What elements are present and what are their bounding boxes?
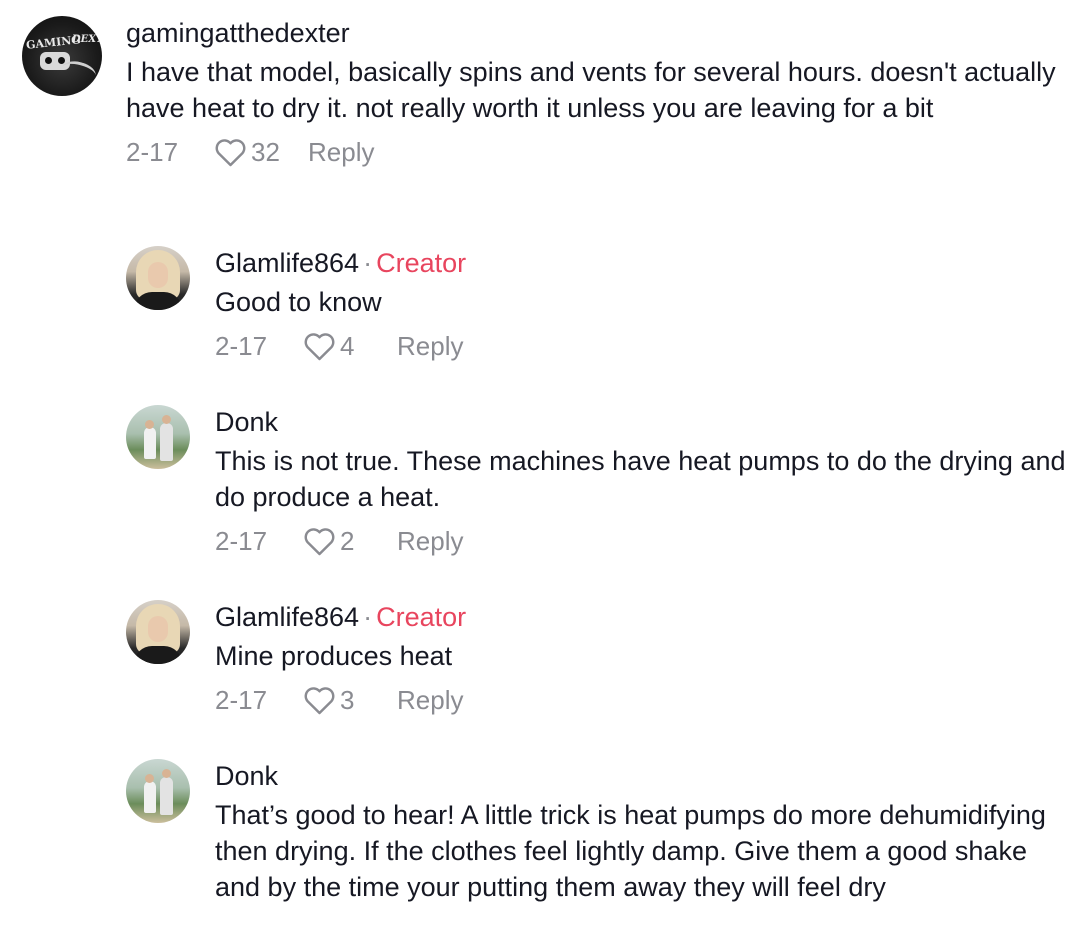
reply-button[interactable]: Reply	[397, 685, 463, 716]
like-button[interactable]: 2	[303, 526, 397, 557]
avatar-image-detail	[162, 415, 171, 424]
avatar-image-detail	[144, 427, 156, 459]
reply-comment: Donk That’s good to hear! A little trick…	[126, 759, 1076, 905]
comment-meta: 2-17 4 Reply	[215, 328, 1076, 364]
avatar-image-detail	[144, 781, 156, 813]
creator-badge: Creator	[376, 248, 467, 278]
comment-text: That’s good to hear! A little trick is h…	[215, 800, 1046, 902]
separator: ·	[363, 248, 373, 278]
heart-outline-icon	[304, 528, 335, 556]
comment-date: 2-17	[215, 525, 268, 556]
heart-outline-icon	[304, 333, 335, 361]
comment-text: Good to know	[215, 287, 382, 317]
avatar[interactable]: GAMING DEXTE	[22, 16, 102, 96]
username[interactable]: Glamlife864 · Creator	[215, 246, 1076, 280]
comment-date: 2-17	[126, 136, 179, 167]
like-count: 32	[251, 136, 280, 167]
avatar-image-detail	[160, 777, 173, 815]
username[interactable]: Glamlife864 · Creator	[215, 600, 1076, 634]
reply-button[interactable]: Reply	[308, 137, 374, 168]
avatar-image-detail	[134, 646, 182, 664]
comment: GAMING DEXTE gamingatthedexter I have th…	[22, 16, 1072, 170]
like-count: 4	[340, 330, 355, 361]
avatar-image-detail	[60, 57, 98, 86]
reply-button[interactable]: Reply	[397, 526, 463, 557]
avatar[interactable]	[126, 600, 190, 664]
like-button[interactable]: 3	[303, 685, 397, 716]
avatar-image-detail	[134, 292, 182, 310]
comment-body: gamingatthedexter I have that model, bas…	[126, 16, 1072, 170]
like-button[interactable]: 32	[214, 137, 308, 168]
avatar[interactable]	[126, 246, 190, 310]
username-text[interactable]: Donk	[215, 761, 278, 791]
avatar-image-detail	[145, 774, 154, 783]
comment-body: Glamlife864 · Creator Mine produces heat 2…	[215, 600, 1076, 718]
username-text[interactable]: Glamlife864	[215, 248, 359, 278]
comment-text: Mine produces heat	[215, 641, 453, 671]
separator: ·	[363, 602, 373, 632]
username-text[interactable]: gamingatthedexter	[126, 18, 350, 48]
avatar-image-detail	[162, 769, 171, 778]
avatar[interactable]	[126, 759, 190, 823]
username-text[interactable]: Glamlife864	[215, 602, 359, 632]
avatar-image-detail	[160, 423, 173, 461]
reply-comment: Donk This is not true. These machines ha…	[126, 405, 1076, 559]
reply-comment: Glamlife864 · Creator Mine produces heat 2…	[126, 600, 1076, 718]
comment-body: Donk This is not true. These machines ha…	[215, 405, 1076, 559]
avatar-logo-text: DEXTE	[72, 34, 102, 45]
comment-date: 2-17	[215, 330, 268, 361]
comment-meta: 2-17 3 Reply	[215, 682, 1076, 718]
comment-meta: 2-17 32 Reply	[126, 134, 1072, 170]
like-count: 3	[340, 684, 355, 715]
avatar-image-detail	[148, 262, 168, 288]
comment-body: Donk That’s good to hear! A little trick…	[215, 759, 1076, 905]
reply-comment: Glamlife864 · Creator Good to know 2-17 4 …	[126, 246, 1076, 364]
like-count: 2	[340, 525, 355, 556]
comment-meta: 2-17 2 Reply	[215, 523, 1076, 559]
comment-date: 2-17	[215, 684, 268, 715]
heart-outline-icon	[215, 139, 246, 167]
username[interactable]: Donk	[215, 405, 1076, 439]
reply-button[interactable]: Reply	[397, 331, 463, 362]
username-text[interactable]: Donk	[215, 407, 278, 437]
avatar-image-detail	[148, 616, 168, 642]
comment-text: I have that model, basically spins and v…	[126, 57, 1056, 123]
comment-text: This is not true. These machines have he…	[215, 446, 1066, 512]
creator-badge: Creator	[376, 602, 467, 632]
avatar-image-detail	[145, 420, 154, 429]
heart-outline-icon	[304, 687, 335, 715]
avatar[interactable]	[126, 405, 190, 469]
username[interactable]: Donk	[215, 759, 1076, 793]
like-button[interactable]: 4	[303, 331, 397, 362]
comment-body: Glamlife864 · Creator Good to know 2-17 4 …	[215, 246, 1076, 364]
username[interactable]: gamingatthedexter	[126, 16, 1072, 50]
